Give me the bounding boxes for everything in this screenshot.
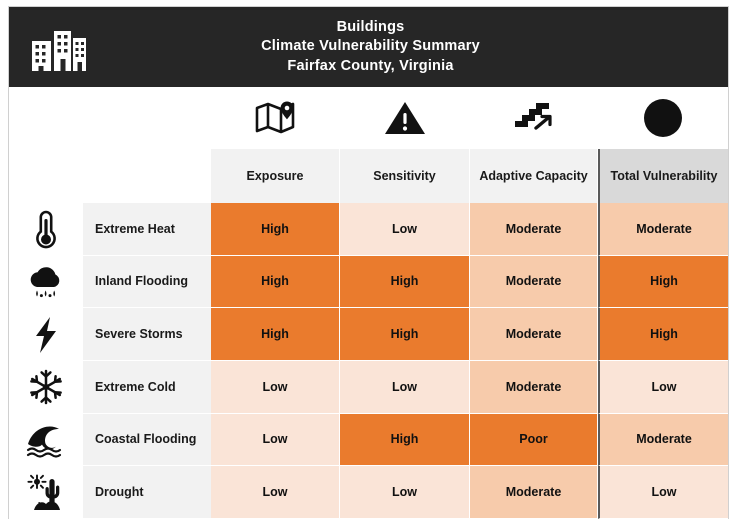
cell-adaptive_capacity: Moderate xyxy=(470,466,598,519)
header-adaptive-capacity: Adaptive Capacity xyxy=(470,149,598,203)
cell-adaptive_capacity: Moderate xyxy=(470,203,598,256)
icon-row-spacer-hazard-icon xyxy=(9,87,83,149)
cell-total_vulnerability: Moderate xyxy=(598,203,728,256)
wave-icon xyxy=(9,413,83,467)
hazard-label: Severe Storms xyxy=(83,308,211,361)
cell-exposure: High xyxy=(211,255,340,309)
stairs-arrow-icon xyxy=(470,87,598,149)
cell-total_vulnerability: Moderate xyxy=(598,413,728,467)
thermometer-icon xyxy=(9,203,83,256)
buildings-icon xyxy=(9,21,109,73)
cell-exposure: Low xyxy=(211,466,340,519)
table-row: Drought Low Low Moderate Low xyxy=(9,466,728,519)
cell-exposure: Low xyxy=(211,413,340,467)
filled-circle-icon xyxy=(598,87,728,149)
table-body: Extreme Heat High Low Moderate Moderate Inlan… xyxy=(9,203,728,519)
cell-adaptive_capacity: Moderate xyxy=(470,255,598,309)
table-row: Coastal Flooding Low High Poor Moderate xyxy=(9,413,728,467)
hazard-label: Inland Flooding xyxy=(83,255,211,309)
column-icon-row xyxy=(9,87,728,149)
title-banner: Buildings Climate Vulnerability Summary … xyxy=(9,7,728,87)
lightning-bolt-icon xyxy=(9,308,83,361)
header-total-vulnerability: Total Vulnerability xyxy=(598,149,728,203)
hazard-label: Drought xyxy=(83,466,211,519)
cell-sensitivity: Low xyxy=(340,360,470,414)
cell-sensitivity: Low xyxy=(340,466,470,519)
header-sensitivity: Sensitivity xyxy=(340,149,470,203)
cell-sensitivity: Low xyxy=(340,203,470,256)
cell-adaptive_capacity: Poor xyxy=(470,413,598,467)
title-line-2: Climate Vulnerability Summary xyxy=(261,38,480,55)
cell-total_vulnerability: High xyxy=(598,308,728,361)
header-blank-hazard-name xyxy=(83,149,211,203)
cell-total_vulnerability: Low xyxy=(598,466,728,519)
title-line-3: Fairfax County, Virginia xyxy=(287,57,454,74)
title-line-1: Buildings xyxy=(336,19,405,36)
table-row: Inland Flooding High High Moderate High xyxy=(9,255,728,309)
table-row: Extreme Cold Low Low Moderate Low xyxy=(9,360,728,414)
header-blank-hazard-icon xyxy=(9,149,83,203)
cell-total_vulnerability: Low xyxy=(598,360,728,414)
hazard-label: Coastal Flooding xyxy=(83,413,211,467)
table-frame: Buildings Climate Vulnerability Summary … xyxy=(8,6,729,519)
header-exposure: Exposure xyxy=(211,149,340,203)
cell-exposure: High xyxy=(211,308,340,361)
cell-exposure: Low xyxy=(211,360,340,414)
icon-row-spacer-hazard-name xyxy=(83,87,211,149)
cell-exposure: High xyxy=(211,203,340,256)
cell-sensitivity: High xyxy=(340,308,470,361)
map-pin-icon xyxy=(211,87,340,149)
snowflake-icon xyxy=(9,360,83,414)
column-header-row: Exposure Sensitivity Adaptive Capacity T… xyxy=(9,149,728,203)
cell-adaptive_capacity: Moderate xyxy=(470,308,598,361)
cell-adaptive_capacity: Moderate xyxy=(470,360,598,414)
cell-sensitivity: High xyxy=(340,255,470,309)
table-row: Severe Storms High High Moderate High xyxy=(9,308,728,361)
cell-total_vulnerability: High xyxy=(598,255,728,309)
cactus-sun-icon xyxy=(9,466,83,519)
hazard-label: Extreme Heat xyxy=(83,203,211,256)
cell-sensitivity: High xyxy=(340,413,470,467)
hazard-label: Extreme Cold xyxy=(83,360,211,414)
warning-triangle-icon xyxy=(340,87,470,149)
climate-vulnerability-summary: Buildings Climate Vulnerability Summary … xyxy=(0,0,738,526)
table-row: Extreme Heat High Low Moderate Moderate xyxy=(9,203,728,256)
rain-cloud-icon xyxy=(9,255,83,309)
title-text-block: Buildings Climate Vulnerability Summary … xyxy=(109,18,728,75)
